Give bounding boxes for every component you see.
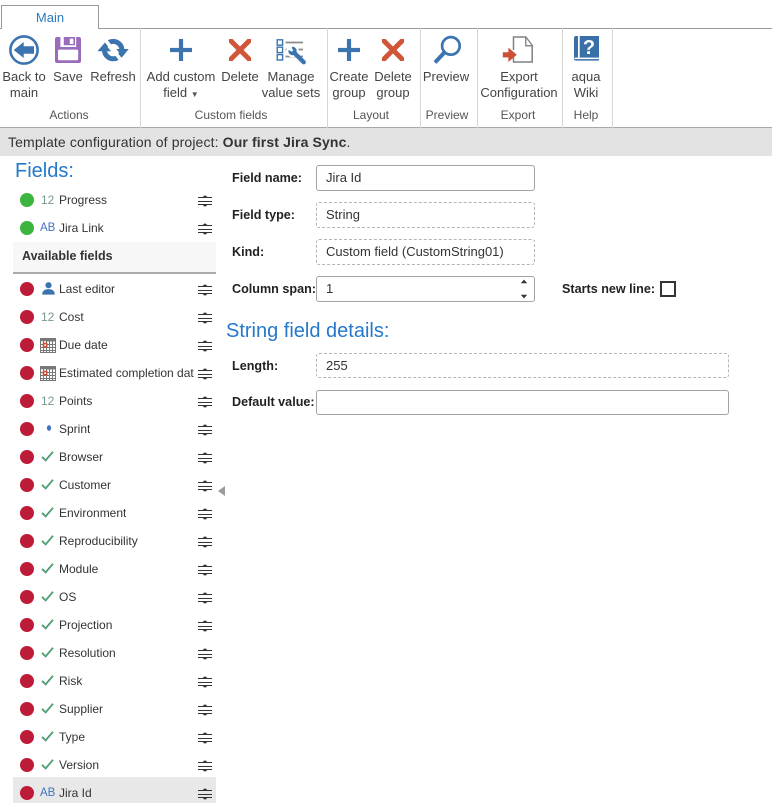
svg-text:?: ?: [583, 37, 595, 59]
